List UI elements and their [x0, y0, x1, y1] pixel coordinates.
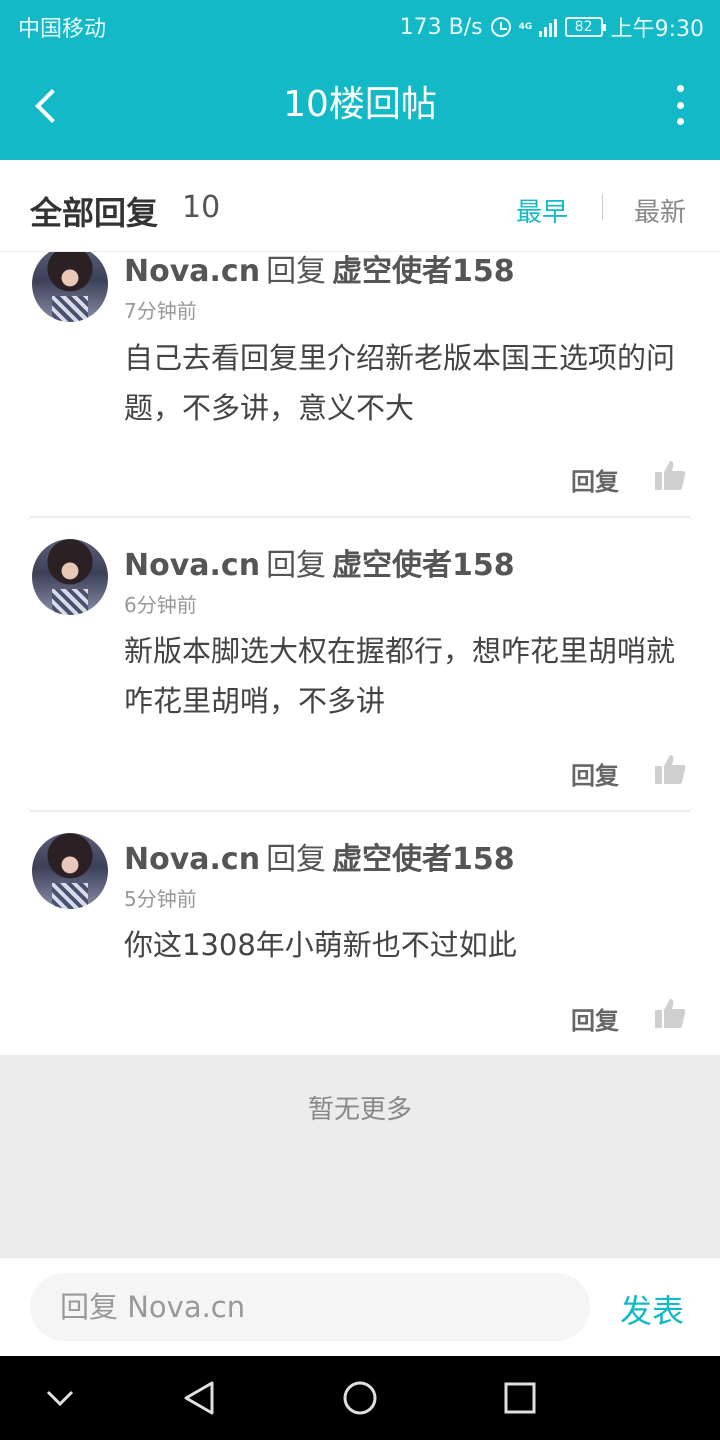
- reply-header: Nova.cn 回复 虚空使者158: [124, 540, 515, 584]
- reply-content: 你这1308年小萌新也不过如此: [124, 928, 517, 962]
- page-title: 10楼回帖: [283, 84, 437, 125]
- reply-target-user[interactable]: 虚空使者158: [332, 842, 515, 877]
- reply-time: 6分钟前: [124, 593, 197, 617]
- back-triangle-icon[interactable]: [180, 1378, 220, 1418]
- status-bar: 中国移动 173 B/s 4G 82 上午9:30: [0, 0, 720, 50]
- reply-username[interactable]: Nova.cn: [124, 842, 260, 877]
- chevron-down-icon[interactable]: [40, 1378, 80, 1418]
- clock: 上午9:30: [610, 17, 704, 42]
- sort-divider: [602, 194, 603, 220]
- title-bar: 10楼回帖: [0, 50, 720, 160]
- all-replies-heading: 全部回复: [30, 194, 159, 232]
- more-vertical-icon[interactable]: [670, 85, 690, 125]
- signal-icon: [538, 17, 557, 37]
- send-button[interactable]: 发表: [620, 1286, 684, 1332]
- reply-target-user[interactable]: 虚空使者158: [332, 254, 515, 289]
- reply-separator: [30, 516, 690, 518]
- reply-header: Nova.cn 回复 虚空使者158: [124, 252, 515, 290]
- reply-verb: 回复: [266, 842, 327, 877]
- carrier-name: 中国移动: [18, 17, 107, 42]
- reply-target-user[interactable]: 虚空使者158: [332, 548, 515, 583]
- avatar[interactable]: [32, 252, 108, 322]
- avatar[interactable]: [32, 539, 108, 615]
- no-more-message: 暂无更多: [0, 1055, 720, 1258]
- reply-username[interactable]: Nova.cn: [124, 254, 260, 289]
- alarm-icon: [490, 17, 511, 37]
- thumbs-up-icon[interactable]: [654, 997, 686, 1029]
- reply-username[interactable]: Nova.cn: [124, 548, 260, 583]
- status-icons: 173 B/s 4G 82 上午9:30: [400, 11, 704, 43]
- sort-earliest-tab[interactable]: 最早: [516, 192, 568, 229]
- sort-latest-tab[interactable]: 最新: [634, 192, 686, 229]
- reply-button[interactable]: 回复: [571, 1001, 619, 1036]
- reply-input[interactable]: [30, 1273, 590, 1341]
- recents-square-icon[interactable]: [500, 1378, 540, 1418]
- system-nav-bar: [0, 1356, 720, 1440]
- home-circle-icon[interactable]: [340, 1378, 380, 1418]
- sort-header: 全部回复 10 最早 最新: [0, 160, 720, 252]
- reply-button[interactable]: 回复: [571, 756, 619, 791]
- reply-count: 10: [182, 190, 221, 225]
- thumbs-up-icon[interactable]: [654, 753, 686, 785]
- reply-verb: 回复: [266, 254, 327, 289]
- reply-button[interactable]: 回复: [571, 462, 619, 497]
- reply-separator: [30, 810, 690, 812]
- reply-list: Nova.cn 回复 虚空使者158 7分钟前 自己去看回复里介绍新老版本国王选项的…: [0, 252, 720, 1055]
- reply-content: 新版本脚选大权在握都行，想咋花里胡哨就咋花里胡哨，不多讲: [124, 634, 676, 718]
- reply-header: Nova.cn 回复 虚空使者158: [124, 834, 515, 878]
- reply-content: 自己去看回复里介绍新老版本国王选项的问题，不多讲，意义不大: [124, 341, 676, 425]
- network-type: 4G: [518, 21, 533, 32]
- avatar[interactable]: [32, 833, 108, 909]
- battery-icon: 82: [564, 17, 606, 37]
- reply-input-bar: 发表: [0, 1258, 720, 1356]
- reply-verb: 回复: [266, 548, 327, 583]
- reply-time: 7分钟前: [124, 299, 197, 323]
- thumbs-up-icon[interactable]: [654, 459, 686, 491]
- reply-time: 5分钟前: [124, 887, 197, 911]
- network-speed: 173 B/s: [399, 14, 483, 40]
